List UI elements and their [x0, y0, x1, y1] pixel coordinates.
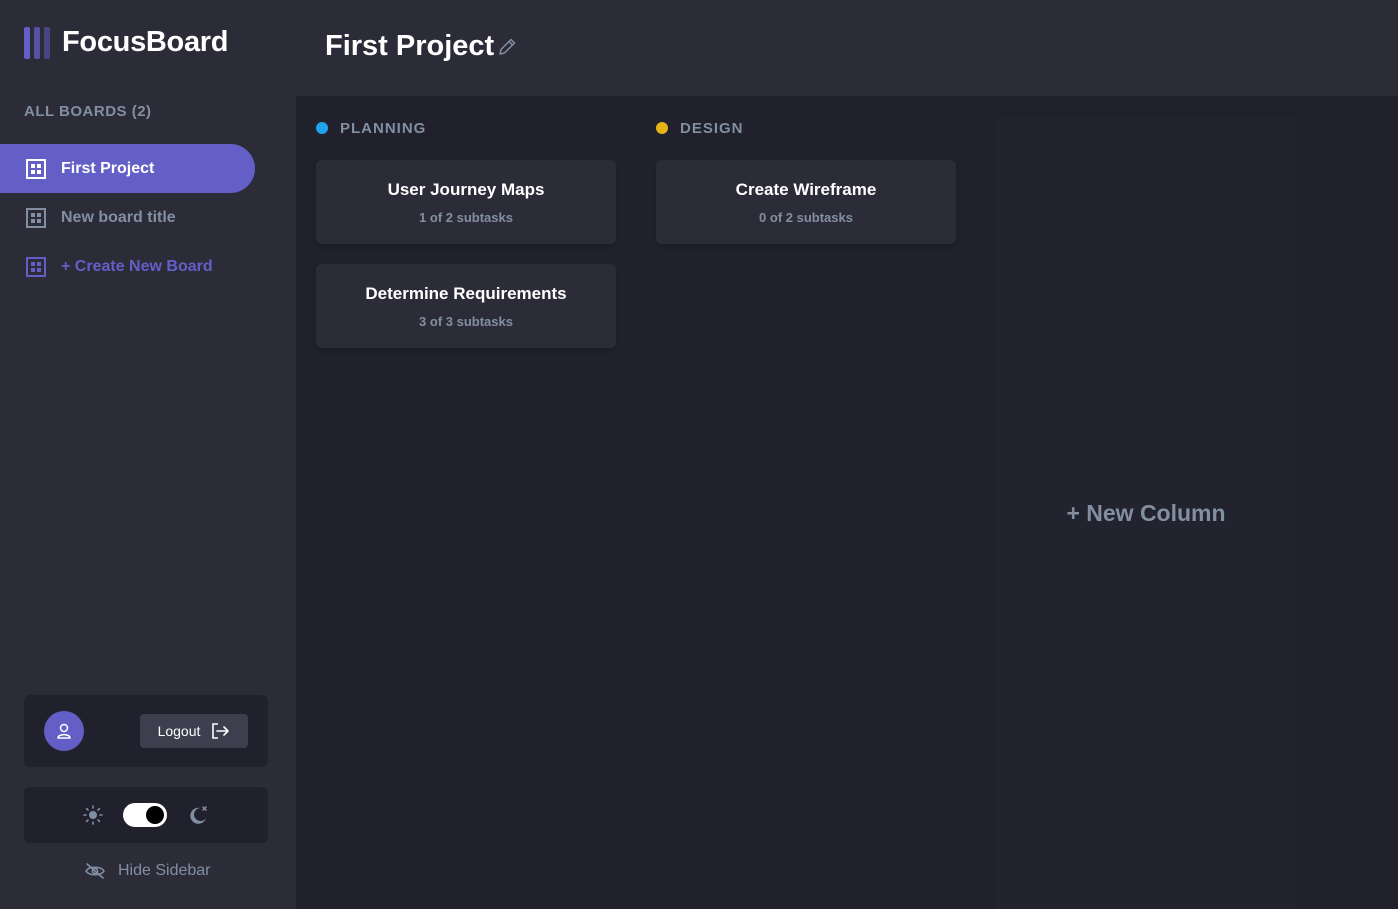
task-card[interactable]: Determine Requirements 3 of 3 subtasks — [316, 264, 616, 348]
pencil-icon[interactable] — [496, 36, 518, 58]
logout-label: Logout — [157, 723, 201, 739]
board-icon — [26, 207, 46, 228]
column-title: PLANNING — [340, 119, 427, 137]
account-panel: Logout — [24, 695, 268, 767]
logout-icon — [210, 722, 230, 740]
task-subtasks: 1 of 2 subtasks — [419, 209, 513, 225]
logout-button[interactable]: Logout — [140, 714, 248, 748]
app-root: FocusBoard ALL BOARDS (2) First Project … — [0, 0, 1398, 909]
logo-icon — [24, 26, 50, 59]
column-header: PLANNING — [316, 118, 616, 138]
new-column-label: + New Column — [1066, 500, 1226, 526]
moon-icon — [187, 804, 209, 826]
theme-switcher — [24, 787, 268, 843]
sidebar-item-first-project[interactable]: First Project — [0, 144, 255, 193]
task-title: Determine Requirements — [365, 283, 567, 303]
column-status-dot — [656, 122, 668, 134]
task-subtasks: 3 of 3 subtasks — [419, 313, 513, 329]
sun-icon — [83, 805, 103, 825]
hide-sidebar-label: Hide Sidebar — [118, 862, 211, 879]
logo: FocusBoard — [24, 26, 228, 59]
task-title: Create Wireframe — [735, 179, 877, 199]
eye-slash-icon — [84, 862, 106, 880]
board-icon — [26, 256, 46, 277]
sidebar-item-new-board-title[interactable]: New board title — [0, 193, 255, 242]
page-title: First Project — [325, 30, 495, 62]
task-title: User Journey Maps — [387, 179, 545, 199]
board-list: First Project New board title + Create N… — [0, 144, 296, 291]
task-card[interactable]: Create Wireframe 0 of 2 subtasks — [656, 160, 956, 244]
user-icon — [55, 722, 73, 740]
sidebar-item-label: First Project — [61, 159, 155, 177]
create-new-board-label: + Create New Board — [61, 257, 213, 275]
avatar[interactable] — [44, 711, 84, 751]
card-list: Create Wireframe 0 of 2 subtasks — [656, 160, 956, 244]
theme-toggle-knob — [146, 806, 164, 824]
header: First Project — [296, 0, 1398, 96]
task-subtasks: 0 of 2 subtasks — [759, 209, 853, 225]
column-status-dot — [316, 122, 328, 134]
column-design: DESIGN Create Wireframe 0 of 2 subtasks — [656, 118, 956, 264]
sidebar-item-label: New board title — [61, 208, 176, 226]
hide-sidebar-button[interactable]: Hide Sidebar — [84, 862, 211, 880]
column-header: DESIGN — [656, 118, 956, 138]
board-icon — [26, 158, 46, 179]
app-name: FocusBoard — [62, 26, 229, 58]
theme-toggle[interactable] — [123, 803, 167, 827]
card-list: User Journey Maps 1 of 2 subtasks Determ… — [316, 160, 616, 348]
boards-heading: ALL BOARDS (2) — [24, 103, 152, 120]
column-title: DESIGN — [680, 119, 744, 137]
column-planning: PLANNING User Journey Maps 1 of 2 subtas… — [316, 118, 616, 368]
create-new-board-button[interactable]: + Create New Board — [0, 242, 255, 291]
new-column-button[interactable]: + New Column — [996, 118, 1296, 909]
sidebar: FocusBoard ALL BOARDS (2) First Project … — [0, 0, 296, 909]
task-card[interactable]: User Journey Maps 1 of 2 subtasks — [316, 160, 616, 244]
